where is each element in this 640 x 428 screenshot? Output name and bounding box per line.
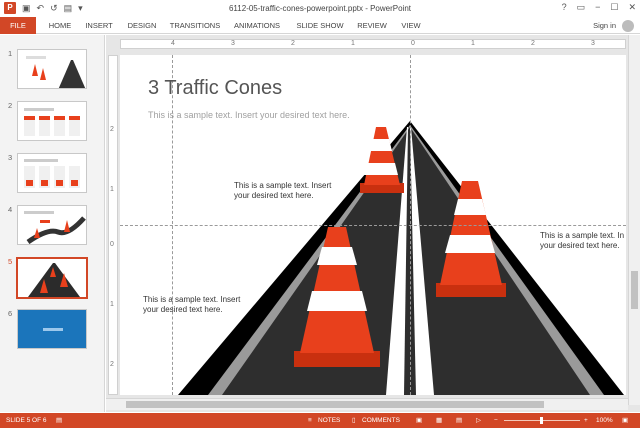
tab-animations[interactable]: ANIMATIONS	[230, 17, 284, 34]
ruler-label: 2	[110, 126, 114, 133]
ruler-label: 0	[411, 40, 415, 47]
thumbnail-number: 3	[8, 153, 13, 162]
tab-file[interactable]: FILE	[0, 17, 36, 34]
tab-view[interactable]: VIEW	[396, 17, 426, 34]
ruler-label: 1	[110, 186, 114, 193]
ruler-label: 3	[231, 40, 235, 47]
slide-sorter-icon[interactable]: ▦	[436, 413, 442, 428]
vertical-ruler: 2 1 0 1 2	[108, 55, 118, 395]
comments-icon: ▯	[352, 417, 356, 424]
slide-thumbnail-1[interactable]	[17, 49, 87, 89]
document-title: 6112-05-traffic-cones-powerpoint.pptx - …	[228, 4, 412, 13]
minimize-icon[interactable]: −	[595, 2, 600, 13]
ruler-label: 4	[171, 40, 175, 47]
thumbnail-cones-graphic	[28, 263, 80, 297]
ruler-label: 1	[351, 40, 355, 47]
thumbnail-number: 4	[8, 205, 13, 214]
ribbon-tabs: FILE HOME INSERT DESIGN TRANSITIONS ANIM…	[0, 17, 640, 34]
slideshow-icon[interactable]: ▷	[476, 413, 481, 428]
tab-design[interactable]: DESIGN	[124, 17, 160, 34]
slide-subtitle[interactable]: This is a sample text. Insert your desir…	[148, 110, 350, 120]
slide-title[interactable]: 3 Traffic Cones	[148, 77, 282, 100]
guide-line[interactable]	[120, 225, 626, 226]
text-line: This is a sample text. In	[540, 231, 625, 240]
ruler-label: 2	[291, 40, 295, 47]
thumbnail-closing-graphic	[43, 328, 63, 331]
text-block[interactable]: This is a sample text. In your desired t…	[540, 231, 624, 251]
reading-view-icon[interactable]: ▤	[456, 413, 462, 428]
account-avatar[interactable]	[622, 20, 634, 32]
scrollbar-thumb[interactable]	[631, 271, 638, 309]
slide-thumbnail-4[interactable]	[17, 205, 87, 245]
horizontal-ruler: 4 3 2 1 0 1 2 3	[120, 39, 626, 49]
tab-slide-show[interactable]: SLIDE SHOW	[294, 17, 346, 34]
text-line: This is a sample text. Insert	[234, 181, 332, 190]
tab-review[interactable]: REVIEW	[354, 17, 390, 34]
ruler-label: 2	[531, 40, 535, 47]
notes-icon: ≡	[308, 417, 312, 424]
thumbnail-number: 5	[8, 257, 13, 266]
slide-counter: SLIDE 5 OF 6	[6, 417, 47, 424]
notes-button[interactable]: NOTES	[318, 413, 340, 428]
ruler-label: 1	[110, 301, 114, 308]
tab-home[interactable]: HOME	[44, 17, 76, 34]
spell-check-icon[interactable]: ▤	[56, 413, 62, 428]
close-icon[interactable]: ✕	[628, 2, 636, 13]
thumbnail-columns-graphic	[24, 159, 80, 188]
slide-thumbnail-5[interactable]	[16, 257, 88, 299]
tab-insert[interactable]: INSERT	[82, 17, 116, 34]
zoom-in-icon[interactable]: +	[584, 413, 588, 428]
thumbnail-number: 2	[8, 101, 13, 110]
slide-thumbnail-3[interactable]	[17, 153, 87, 193]
maximize-icon[interactable]: ☐	[610, 2, 618, 13]
ruler-label: 1	[471, 40, 475, 47]
slide-thumbnail-6[interactable]	[17, 309, 87, 349]
sign-in-link[interactable]: Sign in	[593, 17, 616, 34]
thumbnail-number: 1	[8, 49, 13, 58]
text-line: your desired text here.	[234, 191, 314, 200]
text-line: your desired text here.	[540, 241, 620, 250]
thumbnail-columns-graphic	[24, 108, 80, 136]
text-block[interactable]: This is a sample text. Insert your desir…	[234, 181, 331, 201]
zoom-level[interactable]: 100%	[596, 413, 613, 428]
text-line: your desired text here.	[143, 305, 223, 314]
ribbon-display-icon[interactable]: ▭	[577, 2, 586, 13]
thumbnail-number: 6	[8, 309, 13, 318]
text-block[interactable]: This is a sample text. Insert your desir…	[143, 295, 240, 315]
thumbnail-timeline-graphic	[24, 211, 86, 244]
window-controls: ? ▭ − ☐ ✕	[562, 2, 636, 13]
text-line: This is a sample text. Insert	[143, 295, 241, 304]
slide-canvas[interactable]: 3 Traffic Cones This is a sample text. I…	[120, 55, 626, 395]
slide-editor: 4 3 2 1 0 1 2 3 2 1 0 1 2 3 Traffic Cone…	[106, 35, 640, 412]
thumbnail-road-graphic	[26, 56, 86, 88]
zoom-out-icon[interactable]: −	[494, 413, 498, 428]
scrollbar-thumb[interactable]	[126, 401, 544, 408]
normal-view-icon[interactable]: ▣	[416, 413, 422, 428]
status-bar: SLIDE 5 OF 6 ▤ ≡ NOTES ▯ COMMENTS ▣ ▦ ▤ …	[0, 413, 640, 428]
ruler-label: 0	[110, 241, 114, 248]
fit-slide-icon[interactable]: ▣	[622, 413, 628, 428]
vertical-scrollbar[interactable]	[628, 35, 640, 405]
help-icon[interactable]: ?	[562, 2, 567, 13]
slide-thumbnail-2[interactable]	[17, 101, 87, 141]
zoom-slider-handle[interactable]	[540, 417, 543, 424]
horizontal-scrollbar[interactable]	[106, 398, 628, 410]
title-bar: P ▣ ↶ ↺ ▤ ▾ 6112-05-traffic-cones-powerp…	[0, 0, 640, 17]
comments-button[interactable]: COMMENTS	[362, 413, 400, 428]
tab-transitions[interactable]: TRANSITIONS	[168, 17, 222, 34]
ruler-label: 3	[591, 40, 595, 47]
slide-thumbnail-pane: 1 2 3 4 5 6	[0, 35, 105, 412]
ruler-label: 2	[110, 361, 114, 368]
